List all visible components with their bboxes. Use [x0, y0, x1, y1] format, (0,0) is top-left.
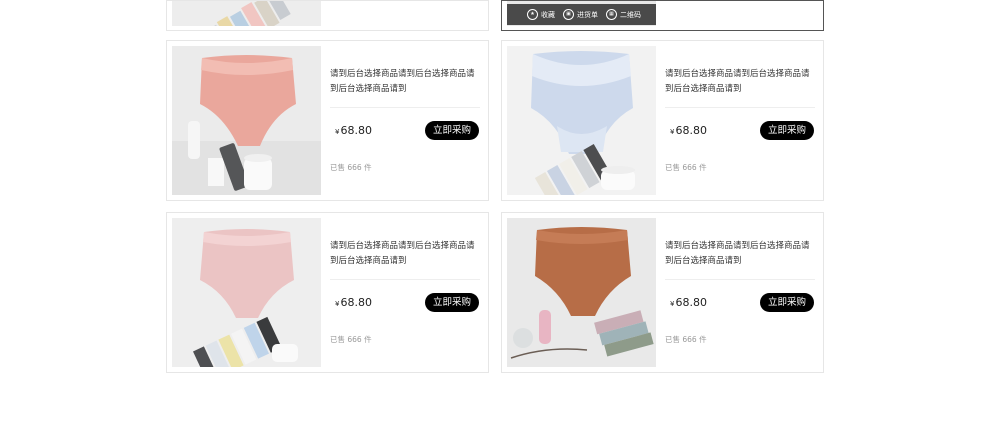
product-price: ¥68.80: [670, 124, 707, 137]
price-value: 68.80: [675, 296, 707, 309]
cart-icon: ▣: [563, 9, 574, 20]
divider: [330, 107, 480, 108]
divider: [330, 279, 480, 280]
sold-count: 已售 666 件: [665, 335, 707, 344]
product-title[interactable]: 请到后台选择商品请到后台选择商品请到后台选择商品请到: [330, 67, 480, 97]
currency-symbol: ¥: [335, 300, 340, 308]
product-image[interactable]: [172, 218, 321, 367]
product-image[interactable]: [172, 1, 321, 26]
favorite-label: 收藏: [541, 10, 555, 19]
price-value: 68.80: [340, 296, 372, 309]
qr-code-label: 二维码: [620, 10, 641, 19]
buy-now-button[interactable]: 立即采购: [425, 293, 479, 312]
product-card-partial-left[interactable]: [166, 0, 489, 31]
product-title[interactable]: 请到后台选择商品请到后台选择商品请到后台选择商品请到: [665, 67, 815, 97]
product-title[interactable]: 请到后台选择商品请到后台选择商品请到后台选择商品请到: [665, 239, 815, 269]
product-price: ¥68.80: [670, 296, 707, 309]
product-card-partial-right[interactable]: ★ 收藏 ▣ 进货单 ▦ 二维码: [501, 0, 824, 31]
buy-now-button[interactable]: 立即采购: [425, 121, 479, 140]
product-image[interactable]: [507, 46, 656, 195]
qr-code-button[interactable]: ▦ 二维码: [606, 9, 641, 20]
sold-count: 已售 666 件: [330, 163, 372, 172]
buy-now-button[interactable]: 立即采购: [760, 293, 814, 312]
product-price: ¥68.80: [335, 124, 372, 137]
buy-now-button[interactable]: 立即采购: [760, 121, 814, 140]
divider: [665, 107, 815, 108]
currency-symbol: ¥: [670, 128, 675, 136]
product-card[interactable]: 请到后台选择商品请到后台选择商品请到后台选择商品请到 ¥68.80 立即采购 已…: [501, 212, 824, 373]
sold-count: 已售 666 件: [665, 163, 707, 172]
product-card[interactable]: 请到后台选择商品请到后台选择商品请到后台选择商品请到 ¥68.80 立即采购 已…: [166, 40, 489, 201]
star-icon: ★: [527, 9, 538, 20]
product-card[interactable]: 请到后台选择商品请到后台选择商品请到后台选择商品请到 ¥68.80 立即采购 已…: [501, 40, 824, 201]
add-to-order-label: 进货单: [577, 10, 598, 19]
price-value: 68.80: [675, 124, 707, 137]
product-image[interactable]: [172, 46, 321, 195]
product-price: ¥68.80: [335, 296, 372, 309]
currency-symbol: ¥: [670, 300, 675, 308]
divider: [665, 279, 815, 280]
product-title[interactable]: 请到后台选择商品请到后台选择商品请到后台选择商品请到: [330, 239, 480, 269]
sold-count: 已售 666 件: [330, 335, 372, 344]
favorite-button[interactable]: ★ 收藏: [527, 9, 555, 20]
hover-action-bar: ★ 收藏 ▣ 进货单 ▦ 二维码: [507, 4, 656, 25]
add-to-order-button[interactable]: ▣ 进货单: [563, 9, 598, 20]
qr-icon: ▦: [606, 9, 617, 20]
product-card[interactable]: 请到后台选择商品请到后台选择商品请到后台选择商品请到 ¥68.80 立即采购 已…: [166, 212, 489, 373]
currency-symbol: ¥: [335, 128, 340, 136]
product-image[interactable]: [507, 218, 656, 367]
price-value: 68.80: [340, 124, 372, 137]
